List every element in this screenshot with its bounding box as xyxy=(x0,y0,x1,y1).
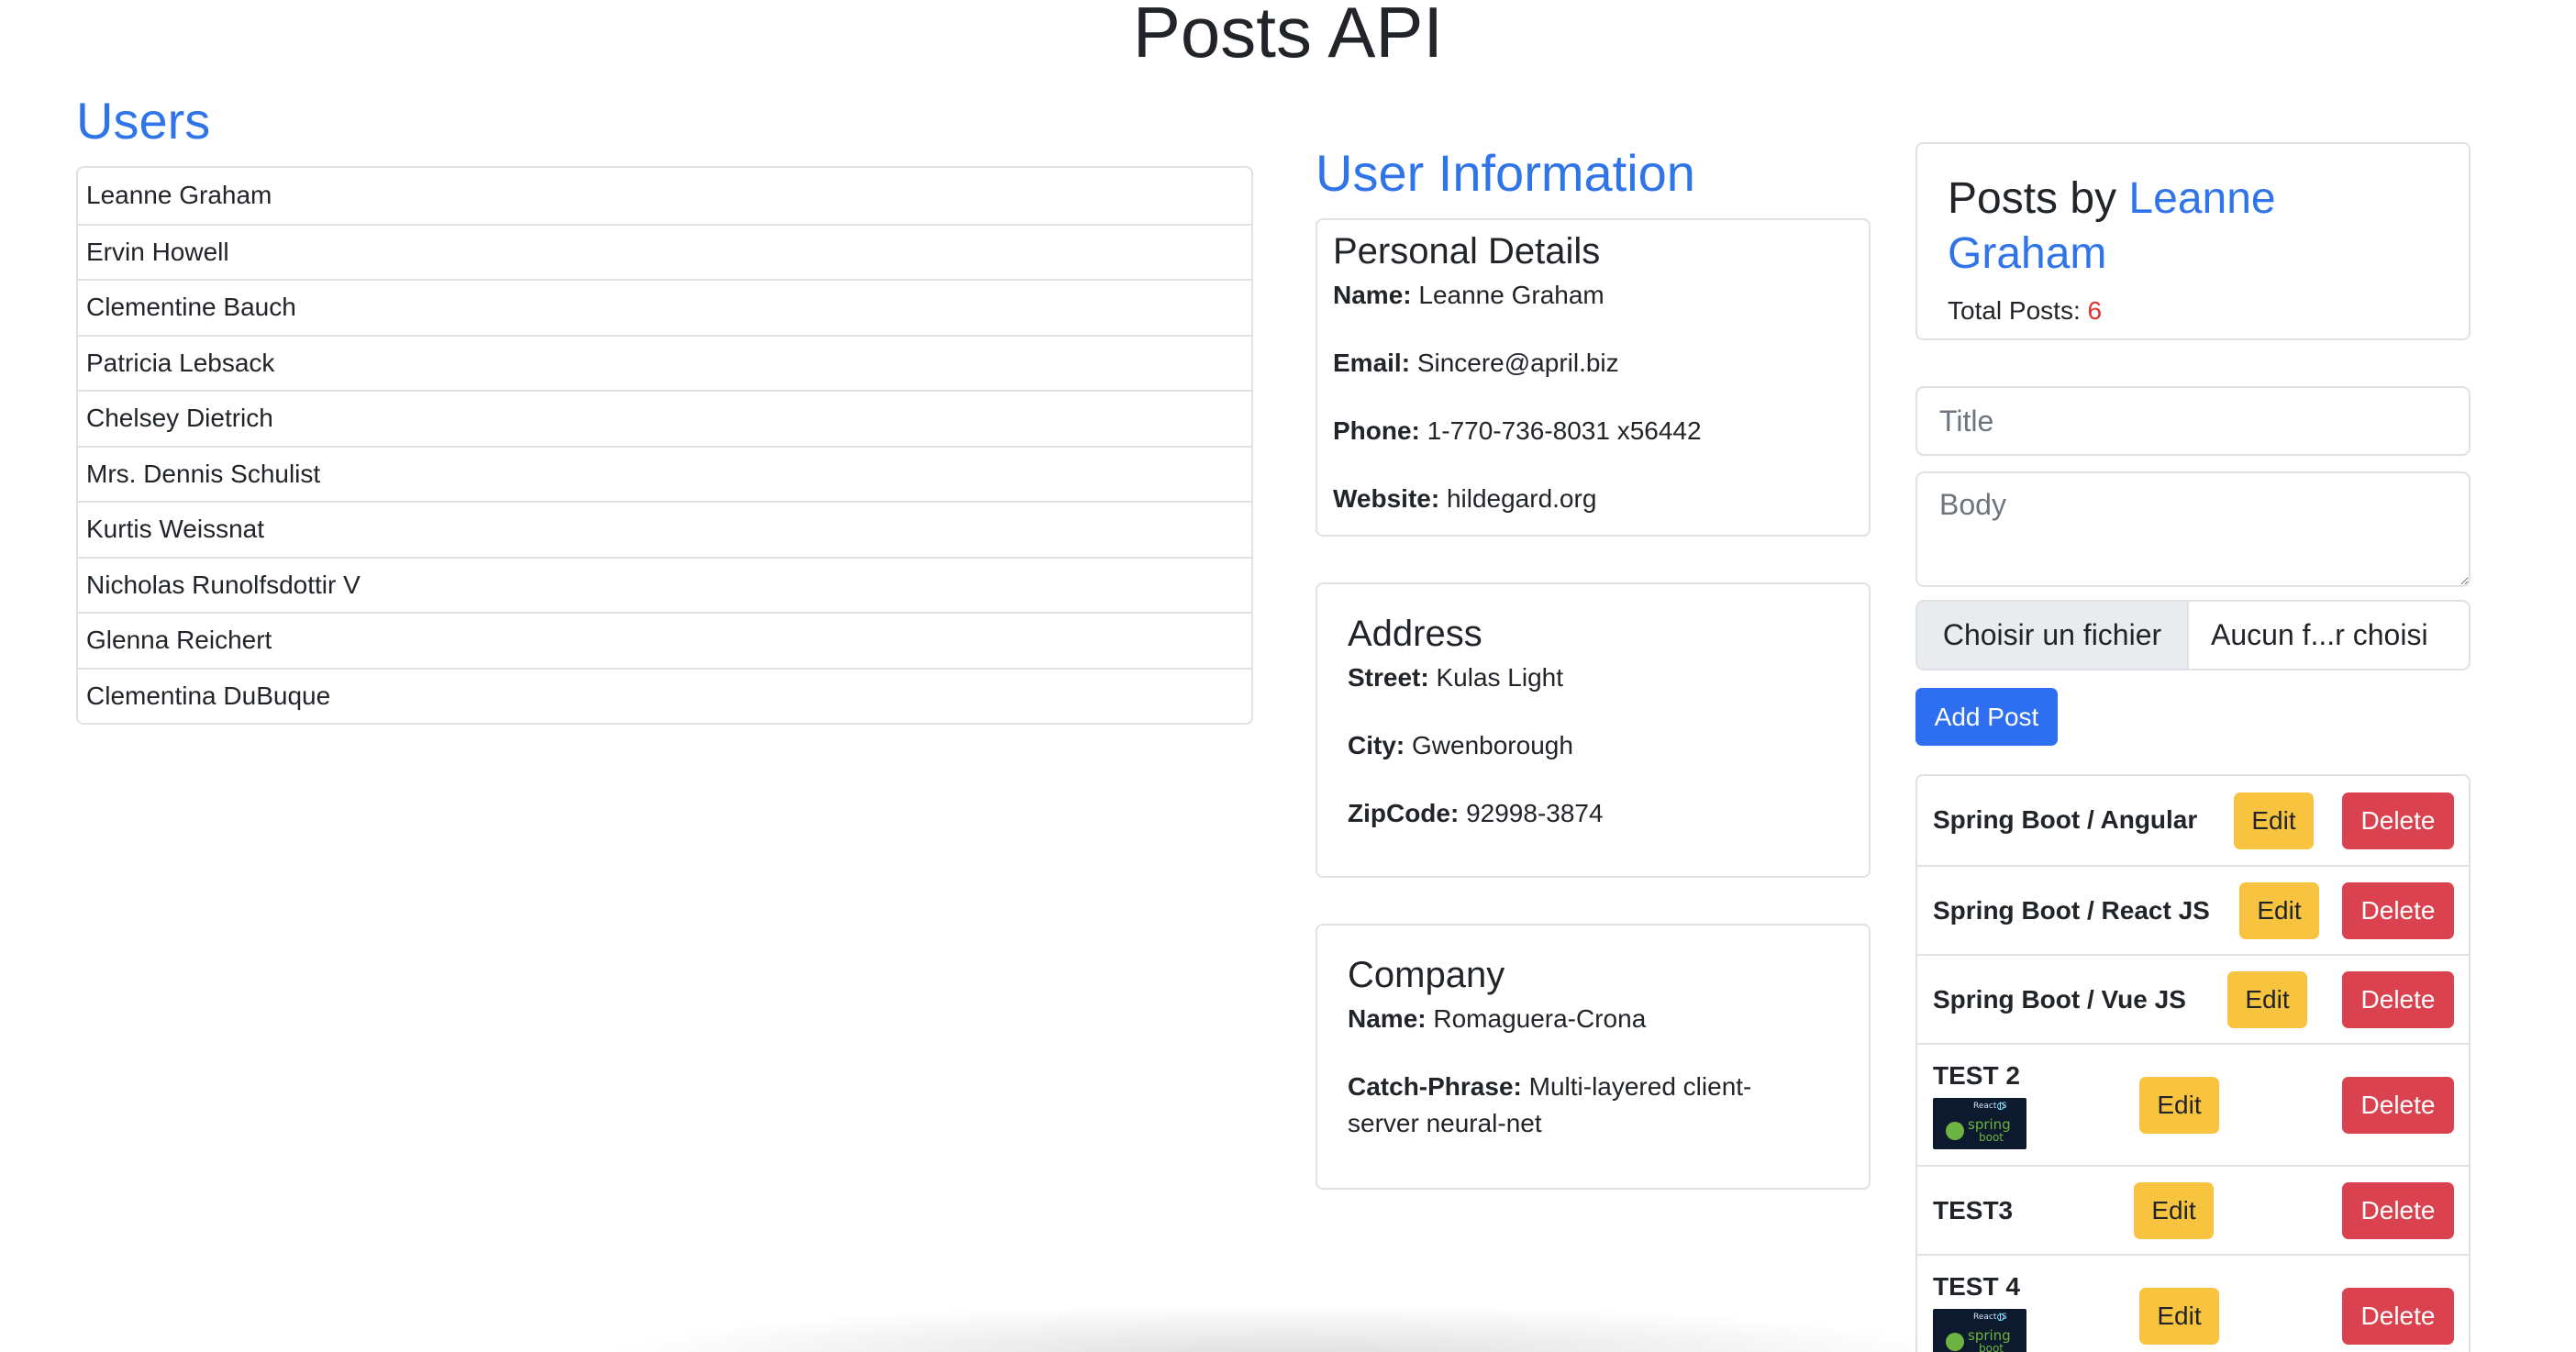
post-title: Spring Boot / Angular xyxy=(1933,805,2198,834)
zip-value: 92998-3874 xyxy=(1466,799,1604,827)
user-item[interactable]: Patricia Lebsack xyxy=(78,334,1251,391)
thumb-caption: boot xyxy=(1979,1342,2004,1352)
post-thumbnail-image: React JS spring boot xyxy=(1933,1309,2026,1352)
delete-button[interactable]: Delete xyxy=(2342,1288,2454,1345)
users-heading: Users xyxy=(76,92,211,150)
personal-phone-field: Phone: 1-770-736-8031 x56442 xyxy=(1333,413,1853,449)
user-website-value: hildegard.org xyxy=(1446,484,1597,513)
file-input[interactable]: Choisir un fichier Aucun f...r choisi xyxy=(1915,600,2471,670)
page-title: Posts API xyxy=(1132,0,1444,72)
body-textarea[interactable] xyxy=(1915,471,2471,587)
posts-heading-prefix: Posts by xyxy=(1948,174,2117,223)
field-label: ZipCode: xyxy=(1348,799,1460,827)
title-input[interactable] xyxy=(1915,386,2471,456)
user-item[interactable]: Chelsey Dietrich xyxy=(78,390,1251,446)
react-icon xyxy=(1997,1313,2004,1321)
field-label: Name: xyxy=(1348,1004,1427,1033)
user-item[interactable]: Kurtis Weissnat xyxy=(78,501,1251,557)
edit-button[interactable]: Edit xyxy=(2227,971,2307,1028)
post-row: TEST 2 React JS spring boot Edit Delete xyxy=(1917,1043,2469,1165)
field-label: Catch-Phrase: xyxy=(1348,1072,1522,1101)
user-item[interactable]: Glenna Reichert xyxy=(78,612,1251,668)
edit-button[interactable]: Edit xyxy=(2134,1182,2214,1239)
user-item[interactable]: Mrs. Dennis Schulist xyxy=(78,445,1251,502)
personal-email-field: Email: Sincere@april.biz xyxy=(1333,345,1853,382)
posts-heading: Posts by Leanne Graham xyxy=(1948,172,2438,282)
company-name-field: Name: Romaguera-Crona xyxy=(1348,1001,1838,1037)
address-zip-field: ZipCode: 92998-3874 xyxy=(1348,795,1838,832)
personal-name-field: Name: Leanne Graham xyxy=(1333,277,1853,314)
company-heading: Company xyxy=(1348,955,1505,995)
delete-button[interactable]: Delete xyxy=(2342,971,2454,1028)
post-title: TEST 2 xyxy=(1933,1061,2020,1090)
catchphrase-value-cont: server neural-net xyxy=(1348,1109,1542,1137)
post-row: Spring Boot / Angular Edit Delete xyxy=(1917,776,2469,865)
address-heading: Address xyxy=(1348,614,1482,654)
user-item[interactable]: Clementine Bauch xyxy=(78,279,1251,335)
personal-website-field: Website: hildegard.org xyxy=(1333,481,1853,517)
user-name-value: Leanne Graham xyxy=(1418,281,1604,309)
spring-leaf-icon xyxy=(1946,1122,1964,1140)
post-thumbnail-image: React JS spring boot xyxy=(1933,1098,2026,1149)
total-posts: Total Posts: 6 xyxy=(1948,293,2438,329)
delete-button[interactable]: Delete xyxy=(2342,792,2454,849)
choose-file-button[interactable]: Choisir un fichier xyxy=(1917,602,2189,669)
field-label: Street: xyxy=(1348,663,1429,692)
user-item[interactable]: Ervin Howell xyxy=(78,223,1251,280)
catchphrase-value: Multi-layered client- xyxy=(1528,1072,1752,1101)
street-value: Kulas Light xyxy=(1436,663,1564,692)
company-catchphrase-field: Catch-Phrase: Multi-layered client-serve… xyxy=(1348,1069,1838,1142)
user-item[interactable]: Clementina DuBuque xyxy=(78,667,1251,724)
company-name-value: Romaguera-Crona xyxy=(1433,1004,1647,1033)
user-item[interactable]: Nicholas Runolfsdottir V xyxy=(78,556,1251,613)
personal-details-card: Personal Details Name: Leanne Graham Ema… xyxy=(1316,218,1871,537)
post-row: Spring Boot / Vue JS Edit Delete xyxy=(1917,954,2469,1043)
post-title: Spring Boot / React JS xyxy=(1933,896,2210,925)
user-info-heading: User Information xyxy=(1316,144,1695,202)
post-row: TEST 4 React JS spring boot Edit Delete xyxy=(1917,1254,2469,1352)
post-title: Spring Boot / Vue JS xyxy=(1933,985,2186,1014)
total-posts-count: 6 xyxy=(2087,296,2103,325)
delete-button[interactable]: Delete xyxy=(2342,882,2454,939)
user-item[interactable]: Leanne Graham xyxy=(78,168,1251,224)
page: Posts API Users Leanne Graham Ervin Howe… xyxy=(0,0,2576,1352)
edit-button[interactable]: Edit xyxy=(2239,882,2319,939)
field-label: Name: xyxy=(1333,281,1412,309)
post-title: TEST3 xyxy=(1933,1196,2014,1225)
file-status: Aucun f...r choisi xyxy=(2211,618,2428,651)
edit-button[interactable]: Edit xyxy=(2234,792,2314,849)
delete-button[interactable]: Delete xyxy=(2342,1182,2454,1239)
thumb-caption: spring xyxy=(1968,1327,2011,1344)
delete-button[interactable]: Delete xyxy=(2342,1077,2454,1134)
field-label: Email: xyxy=(1333,349,1411,377)
post-row: TEST3 Edit Delete xyxy=(1917,1165,2469,1254)
post-row: Spring Boot / React JS Edit Delete xyxy=(1917,865,2469,954)
thumb-caption: boot xyxy=(1979,1131,2004,1144)
thumb-caption: spring xyxy=(1968,1116,2011,1133)
address-city-field: City: Gwenborough xyxy=(1348,727,1838,764)
address-street-field: Street: Kulas Light xyxy=(1348,659,1838,696)
add-post-button[interactable]: Add Post xyxy=(1915,688,2058,746)
edit-button[interactable]: Edit xyxy=(2139,1288,2219,1345)
post-title: TEST 4 xyxy=(1933,1272,2020,1301)
posts-header-card: Posts by Leanne Graham Total Posts: 6 xyxy=(1915,142,2471,340)
total-posts-label: Total Posts: xyxy=(1948,296,2081,325)
field-label: Website: xyxy=(1333,484,1440,513)
company-card: Company Name: Romaguera-Crona Catch-Phra… xyxy=(1316,924,1871,1190)
posts-list: Spring Boot / Angular Edit Delete Spring… xyxy=(1915,774,2471,1352)
field-label: City: xyxy=(1348,731,1405,759)
address-card: Address Street: Kulas Light City: Gwenbo… xyxy=(1316,582,1871,878)
users-list: Leanne Graham Ervin Howell Clementine Ba… xyxy=(76,166,1253,725)
bottom-shadow xyxy=(587,1302,1982,1352)
field-label: Phone: xyxy=(1333,416,1420,445)
edit-button[interactable]: Edit xyxy=(2139,1077,2219,1134)
react-icon xyxy=(1997,1103,2004,1110)
user-phone-value: 1-770-736-8031 x56442 xyxy=(1427,416,1702,445)
city-value: Gwenborough xyxy=(1412,731,1573,759)
user-email-value: Sincere@april.biz xyxy=(1416,349,1619,377)
spring-leaf-icon xyxy=(1946,1333,1964,1351)
personal-details-heading: Personal Details xyxy=(1333,231,1601,272)
